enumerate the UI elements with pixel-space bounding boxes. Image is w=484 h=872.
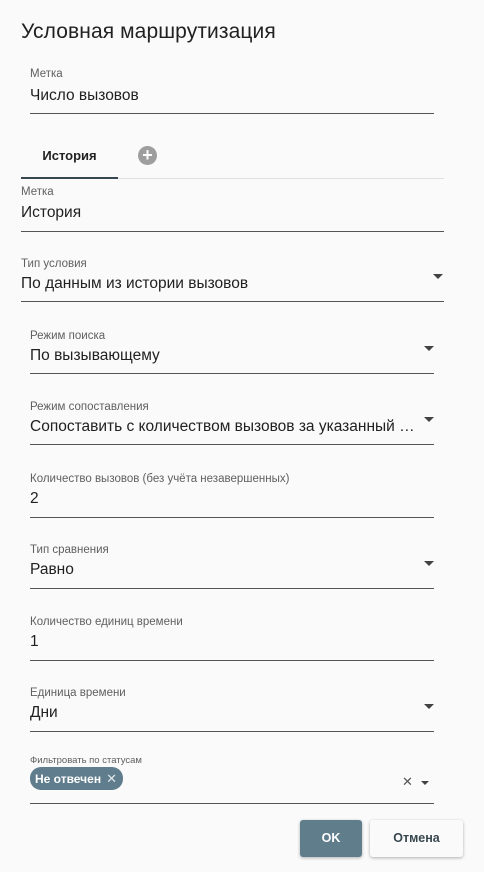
time-units-count-label: Количество единиц времени <box>30 616 183 628</box>
time-unit-select[interactable]: Единица времени Дни <box>30 682 434 732</box>
dropdown-arrow-icon[interactable] <box>424 417 434 422</box>
label-field-value[interactable]: Число вызовов <box>30 87 434 105</box>
dropdown-arrow-icon[interactable] <box>424 704 434 709</box>
call-count-value[interactable]: 2 <box>30 490 434 508</box>
status-chip-label: Не отвечен <box>35 772 102 786</box>
ok-button[interactable]: OK <box>300 820 362 857</box>
search-mode-select[interactable]: Режим поиска По вызывающему <box>30 325 434 374</box>
call-count-label: Количество вызовов (без учёта незавершен… <box>30 473 290 485</box>
status-filter-select[interactable]: Фильтровать по статусам Не отвечен ✕ ✕ <box>30 754 434 804</box>
comparison-type-value: Равно <box>30 561 74 578</box>
conditional-routing-dialog: Условная маршрутизация Метка Число вызов… <box>0 0 484 872</box>
add-circle-icon[interactable]: + <box>138 146 157 165</box>
dropdown-arrow-icon[interactable] <box>424 561 434 566</box>
label-field-label: Метка <box>30 68 63 80</box>
search-mode-label: Режим поиска <box>30 330 106 342</box>
comparison-type-label: Тип сравнения <box>30 544 109 556</box>
search-mode-value: По вызывающему <box>30 347 160 364</box>
time-units-count-field[interactable]: Количество единиц времени 1 <box>30 611 434 661</box>
match-mode-select[interactable]: Режим сопоставления Сопоставить с количе… <box>30 396 434 445</box>
match-mode-value: Сопоставить с количеством вызовов за ука… <box>30 418 421 435</box>
condition-type-select[interactable]: Тип условия По данным из истории вызовов <box>21 253 444 302</box>
comparison-type-select[interactable]: Тип сравнения Равно <box>30 539 434 589</box>
dropdown-arrow-icon[interactable] <box>424 346 434 351</box>
label-field[interactable]: Метка Число вызовов <box>30 64 434 114</box>
history-label-field[interactable]: Метка История <box>21 182 444 232</box>
dialog-title: Условная маршрутизация <box>21 20 276 43</box>
time-unit-value: Дни <box>30 704 58 721</box>
condition-type-value: По данным из истории вызовов <box>21 275 249 292</box>
chip-remove-icon[interactable]: ✕ <box>106 771 117 786</box>
dropdown-arrow-icon[interactable] <box>433 274 443 279</box>
cancel-button[interactable]: Отмена <box>370 820 463 857</box>
history-label-field-label: Метка <box>21 186 54 198</box>
history-label-field-value[interactable]: История <box>21 204 444 222</box>
clear-icon[interactable]: ✕ <box>402 774 413 790</box>
status-chip[interactable]: Не отвечен ✕ <box>30 767 123 790</box>
time-unit-label: Единица времени <box>30 687 126 699</box>
status-filter-label: Фильтровать по статусам <box>30 755 142 766</box>
dropdown-arrow-icon[interactable] <box>421 781 429 785</box>
tab-history[interactable]: История <box>21 140 118 179</box>
condition-tabs: История + <box>21 140 444 179</box>
call-count-field[interactable]: Количество вызовов (без учёта незавершен… <box>30 468 434 518</box>
time-units-count-value[interactable]: 1 <box>30 633 434 651</box>
match-mode-label: Режим сопоставления <box>30 401 149 413</box>
condition-type-label: Тип условия <box>21 258 87 270</box>
